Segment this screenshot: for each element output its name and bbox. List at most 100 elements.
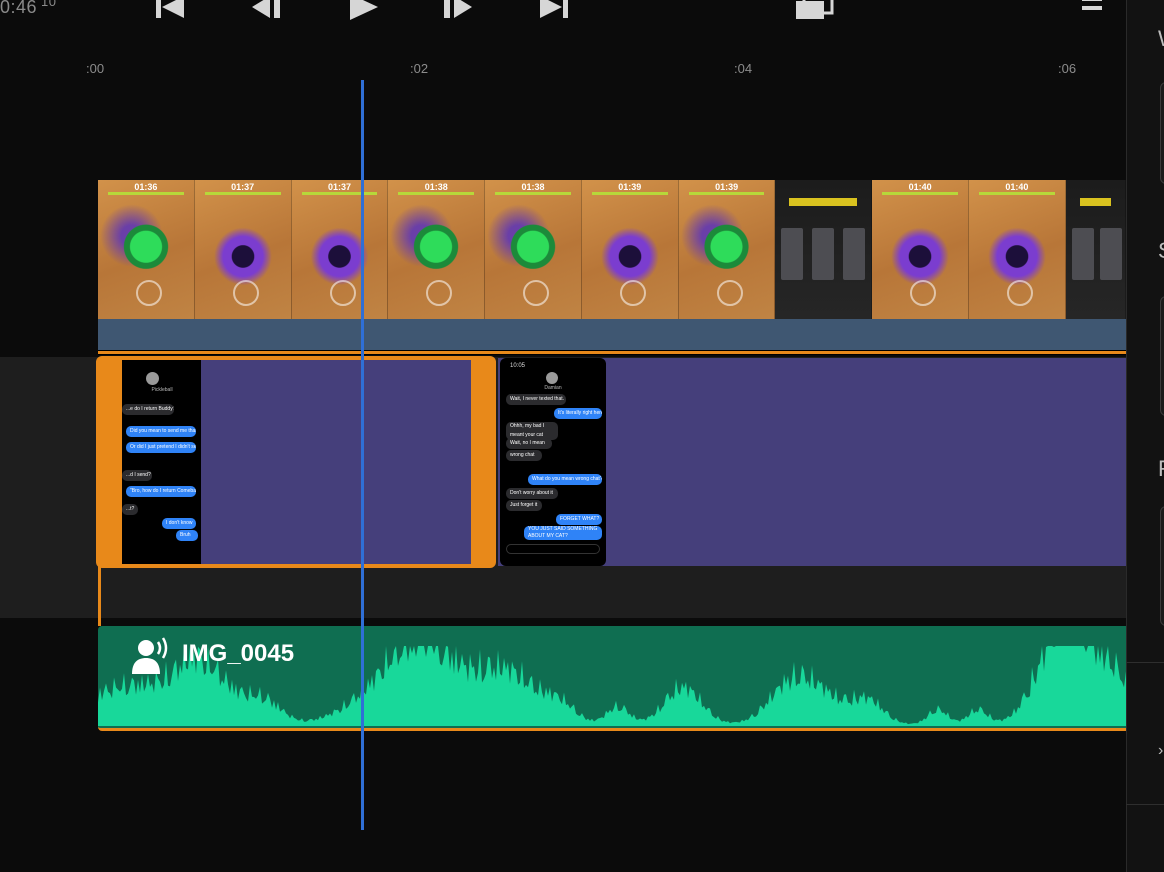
- step-forward-button[interactable]: [438, 0, 478, 22]
- joystick: [426, 280, 453, 306]
- panel-control[interactable]: [1160, 82, 1164, 184]
- panel-letter-edge: W: [1158, 26, 1164, 52]
- contact-name: Pickleball: [151, 387, 173, 393]
- overlay-clip[interactable]: 10:05 Damian Wait, I never texted that. …: [498, 358, 1126, 566]
- video-thumbnail: 01:40: [872, 180, 970, 319]
- selection-trim-line: [98, 566, 101, 626]
- skip-to-start-icon: [156, 0, 184, 18]
- step-forward-icon: [444, 0, 472, 18]
- skip-to-end-icon: [540, 0, 568, 18]
- video-selection-edge: [98, 351, 1126, 354]
- chat-bubble: "Bro, how do I return Comeback's chat": [126, 486, 196, 497]
- joystick: [910, 280, 937, 306]
- timecode-display: 0:46 10: [0, 0, 57, 18]
- video-track[interactable]: 01:36 01:37 01:37 01:38 01:38 01:39 01:3…: [98, 180, 1127, 355]
- video-thumbnail: 01:40: [969, 180, 1066, 319]
- video-clip-thumbnails[interactable]: 01:36 01:37 01:37 01:38 01:38 01:39 01:3…: [98, 180, 1127, 319]
- health-bar: [204, 192, 281, 195]
- joystick: [523, 280, 550, 306]
- contact-avatar: [546, 372, 558, 384]
- chat-bubble: FORGET WHAT?: [556, 514, 602, 525]
- voiceover-icon: [130, 636, 174, 681]
- skip-to-start-button[interactable]: [150, 0, 190, 22]
- health-bar: [591, 192, 668, 195]
- chat-bubble: ...t?: [122, 504, 138, 515]
- chat-bubble: YOU JUST SAID SOMETHING ABOUT MY CAT?: [524, 526, 602, 540]
- video-thumbnail: [775, 180, 873, 319]
- chat-bubble: wrong chat: [506, 450, 542, 461]
- video-thumbnail: 01:39: [678, 180, 776, 319]
- panel-divider: [1126, 804, 1164, 805]
- joystick: [329, 280, 356, 306]
- video-thumbnail: [1065, 180, 1127, 319]
- contact-avatar: [146, 372, 159, 385]
- chat-screenshot-thumbnail: Pickleball ...e do I return Buddy's chat…: [122, 360, 202, 564]
- overlay-clip-body: [201, 360, 471, 564]
- menu-card: [812, 228, 835, 280]
- play-button[interactable]: [342, 0, 382, 22]
- panel-chevron-icon[interactable]: ›: [1158, 742, 1163, 760]
- contact-name: Damian: [544, 385, 562, 391]
- joystick: [1007, 280, 1034, 306]
- timecode-frames: 10: [41, 0, 57, 9]
- video-thumbnail: 01:37: [194, 180, 292, 319]
- joystick: [136, 280, 162, 306]
- aspect-ratio-button[interactable]: [794, 0, 834, 22]
- menu-banner: [789, 198, 858, 206]
- chat-bubble: Just forget it: [506, 500, 542, 511]
- menu-button[interactable]: [1072, 0, 1112, 22]
- menu-card: [1099, 228, 1122, 280]
- menu-card: [781, 228, 804, 280]
- chat-bubble: Bruh: [176, 530, 198, 541]
- ruler-tick: :06: [1058, 61, 1077, 76]
- play-icon: [350, 0, 378, 20]
- joystick: [716, 280, 743, 306]
- chat-bubble: Don't worry about it: [506, 488, 558, 499]
- health-bar: [495, 192, 571, 195]
- chat-screenshot-thumbnail: 10:05 Damian Wait, I never texted that. …: [500, 358, 606, 566]
- health-bar: [301, 192, 378, 195]
- health-bar: [398, 192, 475, 195]
- chat-bubble: Wait, I never texted that.: [506, 394, 566, 405]
- panel-control[interactable]: [1160, 506, 1164, 626]
- video-thumbnail: 01:37: [291, 180, 389, 319]
- message-input-field: [506, 544, 600, 554]
- audio-clip[interactable]: IMG_0045: [98, 626, 1126, 731]
- panel-divider: [1126, 662, 1164, 663]
- panel-letter-edge: F: [1158, 456, 1164, 482]
- overlay-clip-selected[interactable]: Pickleball ...e do I return Buddy's chat…: [96, 356, 496, 568]
- menu-card: [843, 228, 866, 280]
- joystick: [232, 280, 259, 306]
- ruler-tick: :00: [86, 61, 105, 76]
- step-back-button[interactable]: [246, 0, 286, 22]
- chat-bubble: ...e do I return Buddy's chat: [122, 404, 174, 415]
- chat-bubble: Did you mean to send me that to me?: [126, 426, 196, 437]
- hamburger-menu-icon: [1082, 0, 1102, 10]
- chat-bubble: ...d I send?: [122, 470, 152, 481]
- panel-letter-edge: S: [1158, 238, 1164, 264]
- joystick: [619, 280, 646, 306]
- skip-to-end-button[interactable]: [534, 0, 574, 22]
- step-back-icon: [252, 0, 280, 18]
- chat-bubble: Wait, no I mean: [506, 438, 552, 449]
- ruler-tick: :02: [410, 61, 429, 76]
- chat-bubble: Or did I just pretend I didn't see it?: [126, 442, 196, 453]
- audio-clip-name: IMG_0045: [182, 640, 295, 667]
- panel-control[interactable]: [1160, 296, 1164, 416]
- menu-banner: [1079, 198, 1112, 206]
- health-bar: [688, 192, 765, 195]
- menu-card: [1071, 228, 1094, 280]
- chat-bubble: I don't know: [162, 518, 196, 529]
- aspect-ratio-icon: [796, 0, 834, 19]
- video-thumbnail: 01:36: [98, 180, 195, 319]
- video-thumbnail: 01:38: [388, 180, 486, 319]
- health-bar: [108, 192, 184, 195]
- timecode-main: 0:46: [0, 0, 38, 17]
- video-thumbnail: 01:38: [485, 180, 582, 319]
- video-audio-strip: [98, 319, 1126, 350]
- health-bar: [979, 192, 1055, 195]
- ruler-tick: :04: [734, 61, 753, 76]
- chat-bubble: It's literally right here.: [554, 408, 602, 419]
- health-bar: [882, 192, 959, 195]
- playhead[interactable]: [361, 80, 364, 830]
